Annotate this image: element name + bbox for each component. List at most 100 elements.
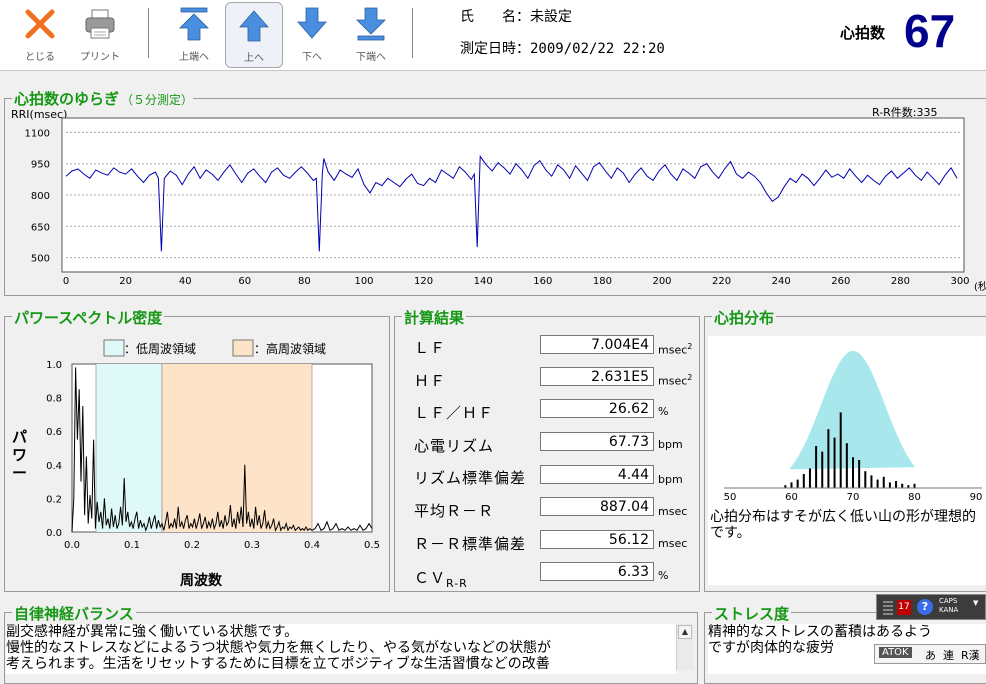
rri-x-tick: 120 xyxy=(414,276,433,287)
rri-x-tick: 160 xyxy=(533,276,552,287)
psd-xlabel: 周波数 xyxy=(180,573,222,589)
psd-y-tick: 0.4 xyxy=(46,461,62,472)
ime-toolbar[interactable]: 17 ? CAPS KANA ▼ xyxy=(876,594,986,620)
result-unit-hf: msec2 xyxy=(658,373,693,388)
rri-title-row: 心拍数のゆらぎ （５分測定） xyxy=(12,88,194,109)
distribution-bar xyxy=(833,437,836,488)
print-label: プリント xyxy=(80,52,120,63)
psd-ylabel: パワー xyxy=(12,428,28,482)
ime-status-bar[interactable]: ATOK あ 連 R漢 xyxy=(874,644,986,664)
hr-dist-description: 心拍分布はすそが広く低い山の形が理想的です。 xyxy=(710,509,976,541)
rri-x-tick: 100 xyxy=(354,276,373,287)
close-icon xyxy=(25,9,55,39)
heart-rate-value: 67 xyxy=(904,5,956,57)
date-value: 2009/02/22 22:20 xyxy=(530,41,665,57)
distribution-bar xyxy=(901,483,904,488)
printer-icon xyxy=(85,9,115,39)
autonomic-line-1: 副交感神経が異常に強く働いている状態です。 xyxy=(6,624,299,640)
help-icon[interactable]: ? xyxy=(917,599,933,615)
stress-line-1: 精神的なストレスの蓄積はあるよう xyxy=(708,624,932,640)
up-button[interactable]: 上へ xyxy=(225,2,283,68)
close-label: とじる xyxy=(25,52,55,63)
stress-title: ストレス度 xyxy=(712,603,792,624)
psd-x-tick: 0.3 xyxy=(244,540,260,551)
distribution-bar xyxy=(876,479,879,488)
rri-y-tick: 1100 xyxy=(25,128,50,139)
autonomic-title: 自律神経バランス xyxy=(12,603,136,624)
distribution-bar xyxy=(913,483,916,488)
results-title: 計算結果 xyxy=(402,307,467,328)
rri-x-tick: 260 xyxy=(831,276,850,287)
result-label-lfhf: ＬＦ／ＨＦ xyxy=(414,404,495,422)
name-value: 未設定 xyxy=(530,9,572,25)
distribution-bar xyxy=(827,429,830,488)
scroll-up-arrow-icon[interactable]: ▲ xyxy=(678,625,692,639)
result-value-cv: 6.33 xyxy=(540,562,654,581)
hr-dist-x-tick: 80 xyxy=(908,492,921,503)
bottom-button[interactable]: 下端へ xyxy=(343,2,399,66)
calendar-icon[interactable]: 17 xyxy=(897,600,911,615)
autonomic-scrollbar[interactable]: ▲ xyxy=(676,624,693,670)
rri-x-tick: 180 xyxy=(593,276,612,287)
psd-x-tick: 0.5 xyxy=(364,540,380,551)
autonomic-text-area[interactable]: 副交感神経が異常に強く働いている状態です。 慢性的なストレスなどによるうつ状態や… xyxy=(6,624,676,674)
rri-x-unit: (秒 xyxy=(974,280,986,293)
rri-x-tick: 80 xyxy=(298,276,311,287)
rri-x-tick: 240 xyxy=(772,276,791,287)
rri-x-tick: 300 xyxy=(950,276,969,287)
hr-dist-title: 心拍分布 xyxy=(712,307,777,328)
rri-x-tick: 60 xyxy=(238,276,251,287)
heart-rate-label: 心拍数 xyxy=(840,24,886,42)
ime-mode-ren[interactable]: 連 xyxy=(943,647,954,663)
hr-dist-x-tick: 90 xyxy=(970,492,983,503)
result-label-mean-rr: 平均Ｒ－Ｒ xyxy=(414,502,495,520)
autonomic-line-2: 慢性的なストレスなどによるうつ状態や気力を無くしたり、やる気がないなどの状態が xyxy=(6,640,552,656)
toolbar-divider xyxy=(148,8,149,58)
close-button[interactable]: とじる xyxy=(12,2,68,66)
print-button[interactable]: プリント xyxy=(72,2,128,66)
result-value-hf: 2.631E5 xyxy=(540,367,654,386)
date-row: 測定日時：2009/02/22 22:20 xyxy=(460,38,665,58)
rri-y-tick: 500 xyxy=(31,254,50,265)
top-label: 上端へ xyxy=(179,52,209,63)
result-label-hf: ＨＦ xyxy=(414,372,447,390)
top-button[interactable]: 上端へ xyxy=(166,2,222,66)
ime-mode-a[interactable]: あ xyxy=(925,647,936,663)
down-button[interactable]: 下へ xyxy=(284,2,340,66)
grip-icon[interactable] xyxy=(883,599,893,615)
ime-menu-icon[interactable]: ▼ xyxy=(973,599,978,607)
bottom-label: 下端へ xyxy=(356,52,386,63)
result-unit-ecg-rhythm: bpm xyxy=(658,438,683,451)
distribution-bar xyxy=(808,468,811,488)
arrow-down-icon xyxy=(297,7,327,39)
hr-dist-text-area: 心拍分布はすそが広く低い山の形が理想的です。 xyxy=(708,505,986,585)
rri-x-tick: 140 xyxy=(474,276,493,287)
kana-label: KANA xyxy=(939,606,959,614)
ime-mode-r-kan[interactable]: R漢 xyxy=(961,647,980,663)
legend-hf: ：高周波領域 xyxy=(254,342,327,356)
name-row: 氏 名：未設定 xyxy=(460,6,572,26)
distribution-bar xyxy=(796,479,799,488)
atok-label[interactable]: ATOK xyxy=(879,647,912,658)
result-value-rhythm-sd: 4.44 xyxy=(540,465,654,484)
down-label: 下へ xyxy=(302,52,322,63)
result-label-lf: ＬＦ xyxy=(414,339,447,357)
psd-y-tick: 0.6 xyxy=(46,427,62,438)
rri-plot-area xyxy=(61,117,965,273)
caps-label: CAPS xyxy=(939,597,958,605)
toolbar: とじる プリント 上端へ 上へ 下へ 下端へ 氏 名：未設定 測定日時：2009… xyxy=(0,0,986,71)
result-value-ecg-rhythm: 67.73 xyxy=(540,432,654,451)
rri-x-tick: 40 xyxy=(179,276,192,287)
result-value-mean-rr: 887.04 xyxy=(540,497,654,516)
distribution-bar xyxy=(815,446,818,488)
result-value-rr-sd: 56.12 xyxy=(540,530,654,549)
distribution-bar xyxy=(821,451,824,488)
rri-y-tick: 650 xyxy=(31,222,50,233)
hr-dist-x-tick: 60 xyxy=(785,492,798,503)
hf-band xyxy=(162,364,312,532)
distribution-bar xyxy=(858,460,861,488)
legend-hf-swatch xyxy=(232,339,254,357)
rri-x-tick: 280 xyxy=(891,276,910,287)
psd-x-tick: 0.2 xyxy=(184,540,200,551)
arrow-top-icon xyxy=(179,7,209,41)
